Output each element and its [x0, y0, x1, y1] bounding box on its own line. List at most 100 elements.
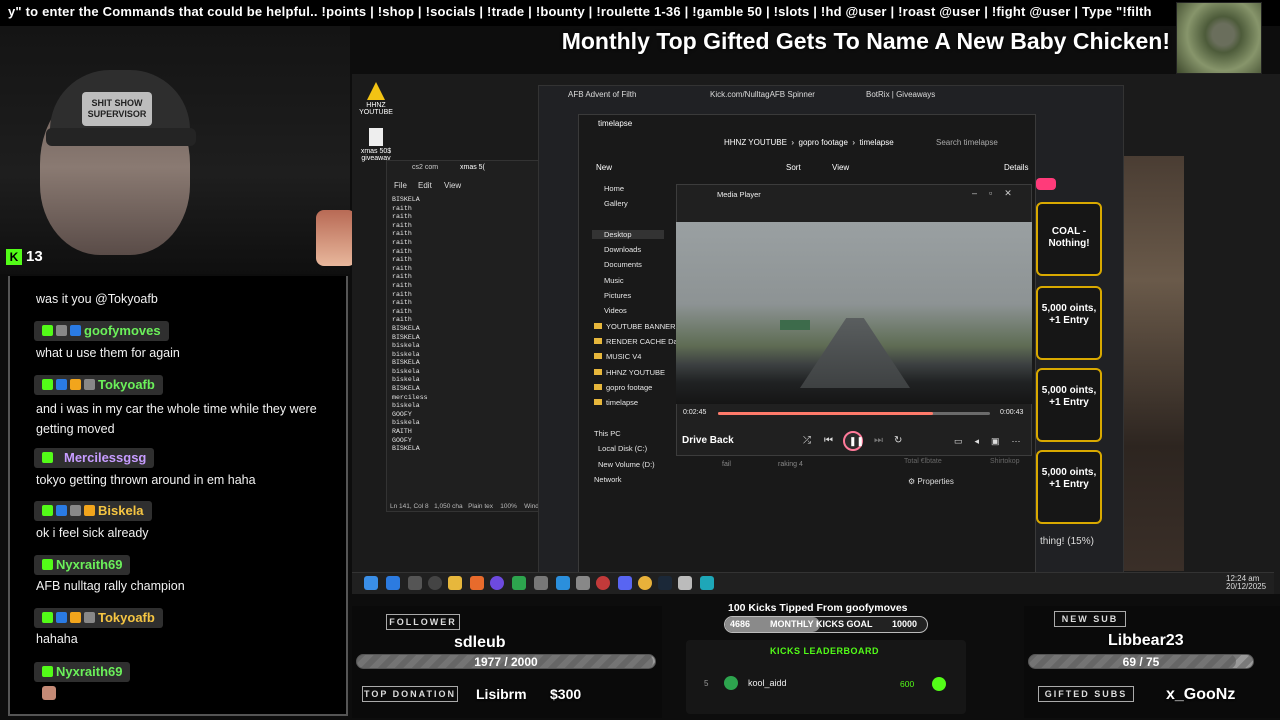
nav-network[interactable]: Network	[594, 475, 622, 484]
nav-desktop[interactable]: Desktop	[592, 230, 664, 239]
folder-icon	[594, 323, 602, 329]
chat-panel	[8, 276, 348, 716]
giveaway-card: 5,000 oints, +1 Entry	[1036, 450, 1102, 524]
desktop-icons: HHNZ YOUTUBE xmas 50$ giveaway	[356, 80, 396, 162]
next-icon[interactable]: ⏭	[874, 435, 883, 446]
nav-videos[interactable]: Videos	[604, 306, 627, 315]
badge-icon	[70, 612, 81, 623]
notepad-tab[interactable]: cs2 com	[412, 164, 438, 171]
chat-username[interactable]: Nyxraith69	[34, 555, 131, 575]
nav-folder[interactable]: gopro footage	[594, 383, 652, 392]
view-button[interactable]: View	[832, 163, 849, 172]
app-icon[interactable]	[556, 576, 570, 590]
media-icon[interactable]	[490, 576, 504, 590]
command-ticker: y" to enter the Commands that could be h…	[0, 0, 1280, 26]
kicks-tipped-text: 100 Kicks Tipped From goofymoves	[728, 602, 908, 614]
nav-downloads[interactable]: Downloads	[604, 245, 641, 254]
app-icon[interactable]	[576, 576, 590, 590]
app-icon[interactable]	[700, 576, 714, 590]
nav-folder[interactable]: MUSIC V4	[594, 352, 641, 361]
nav-drive-c[interactable]: Local Disk (C:)	[598, 444, 647, 453]
app-icon[interactable]	[596, 576, 610, 590]
top-donation-name: Lisibrm	[476, 686, 527, 702]
leaderboard-user: kool_aidd	[748, 678, 787, 688]
nav-drive-d[interactable]: New Volume (D:)	[598, 460, 655, 469]
notepad-tab[interactable]: xmas 5(	[460, 164, 485, 171]
explorer-tab[interactable]: timelapse	[598, 119, 632, 128]
app-icon[interactable]	[678, 576, 692, 590]
app-icon[interactable]	[386, 576, 400, 590]
nav-this-pc[interactable]: This PC	[594, 429, 621, 438]
app-icon[interactable]	[470, 576, 484, 590]
chat-username[interactable]: Nyxraith69	[34, 662, 131, 682]
chat-message: tokyo getting thrown around in em haha	[36, 473, 256, 487]
browser-tab[interactable]: AFB Advent of Filth	[568, 90, 636, 106]
app-icon[interactable]	[512, 576, 526, 590]
viewer-count: 13	[26, 248, 43, 265]
breadcrumb[interactable]: HHNZ YOUTUBE › gopro footage › timelapse	[724, 138, 894, 147]
folder-icon	[594, 353, 602, 359]
emote-icon	[42, 686, 56, 700]
pink-pill-icon	[1036, 178, 1056, 190]
nav-documents[interactable]: Documents	[604, 260, 642, 269]
anime-figure	[316, 210, 356, 266]
folder-icon	[594, 338, 602, 344]
menu-edit[interactable]: Edit	[418, 181, 432, 190]
start-icon[interactable]	[364, 576, 378, 590]
kick-badge-icon	[42, 379, 53, 390]
leaderboard-title: KICKS LEADERBOARD	[770, 646, 880, 656]
badge-icon	[56, 325, 67, 336]
chat-username[interactable]: goofymoves	[34, 321, 169, 341]
nav-music[interactable]: Music	[604, 276, 624, 285]
chrome-icon[interactable]	[638, 576, 652, 590]
browser-tab[interactable]: Kick.com/NulltagAFB Spinner	[710, 90, 815, 106]
chat-username[interactable]: Mercilessgsg	[34, 448, 155, 468]
nav-folder[interactable]: RENDER CACHE DaVi	[594, 337, 684, 346]
app-icon[interactable]	[428, 576, 442, 590]
desktop-icon-label[interactable]: HHNZ YOUTUBE	[356, 102, 396, 116]
new-button[interactable]: New	[596, 163, 612, 172]
explorer-icon[interactable]	[448, 576, 462, 590]
app-icon[interactable]	[408, 576, 422, 590]
nav-home[interactable]: Home	[604, 184, 624, 193]
nav-pictures[interactable]: Pictures	[604, 291, 631, 300]
kick-coin-icon	[932, 677, 946, 691]
chat-username[interactable]: Biskela	[34, 501, 152, 521]
kicks-current: 4686	[730, 619, 751, 629]
nav-gallery[interactable]: Gallery	[604, 199, 628, 208]
top-donation-amount: $300	[550, 686, 582, 702]
repeat-icon[interactable]: ↻	[894, 435, 902, 446]
browser-tab[interactable]: BotRix | Giveaways	[866, 90, 935, 106]
steam-icon[interactable]	[658, 576, 672, 590]
cap-patch: SHIT SHOW SUPERVISOR	[82, 92, 152, 126]
details-button[interactable]: Details	[1004, 163, 1028, 172]
previous-icon[interactable]: ⏮	[824, 435, 833, 446]
chat-username[interactable]: Tokyoafb	[34, 608, 163, 628]
search-input[interactable]: Search timelapse	[936, 138, 998, 147]
menu-file[interactable]: File	[394, 181, 407, 190]
settings-icon[interactable]	[534, 576, 548, 590]
properties-item[interactable]: ⚙ Properties	[908, 477, 954, 486]
shuffle-icon[interactable]: ⤮	[803, 435, 811, 446]
nav-folder[interactable]: YOUTUBE BANNER NE	[594, 322, 688, 331]
menu-view[interactable]: View	[444, 181, 461, 190]
cap-brim	[46, 128, 196, 146]
player-extra-controls[interactable]: ▭◂▣⋯	[954, 436, 1033, 447]
kick-badge-icon	[42, 325, 53, 336]
new-sub-name: Libbear23	[1108, 632, 1184, 649]
folder-icon	[594, 399, 602, 405]
leaderboard-rank: 5	[704, 679, 709, 688]
nav-folder[interactable]: timelapse	[594, 398, 638, 407]
chat-username[interactable]: Tokyoafb	[34, 375, 163, 395]
nav-folder[interactable]: HHNZ YOUTUBE	[594, 368, 665, 377]
kick-badge-icon	[42, 612, 53, 623]
follower-name: sdleub	[454, 634, 506, 651]
notepad-text[interactable]: BISKELA raith raith raith raith raith ra…	[392, 196, 428, 454]
system-clock[interactable]: 12:24 am 20/12/2025	[1226, 575, 1266, 591]
giveaway-card: 5,000 oints, +1 Entry	[1036, 286, 1102, 360]
discord-icon[interactable]	[618, 576, 632, 590]
window-controls[interactable]: –▫✕	[972, 188, 1024, 199]
badge-icon	[56, 379, 67, 390]
kick-badge-icon	[42, 505, 53, 516]
sort-button[interactable]: Sort	[786, 163, 801, 172]
